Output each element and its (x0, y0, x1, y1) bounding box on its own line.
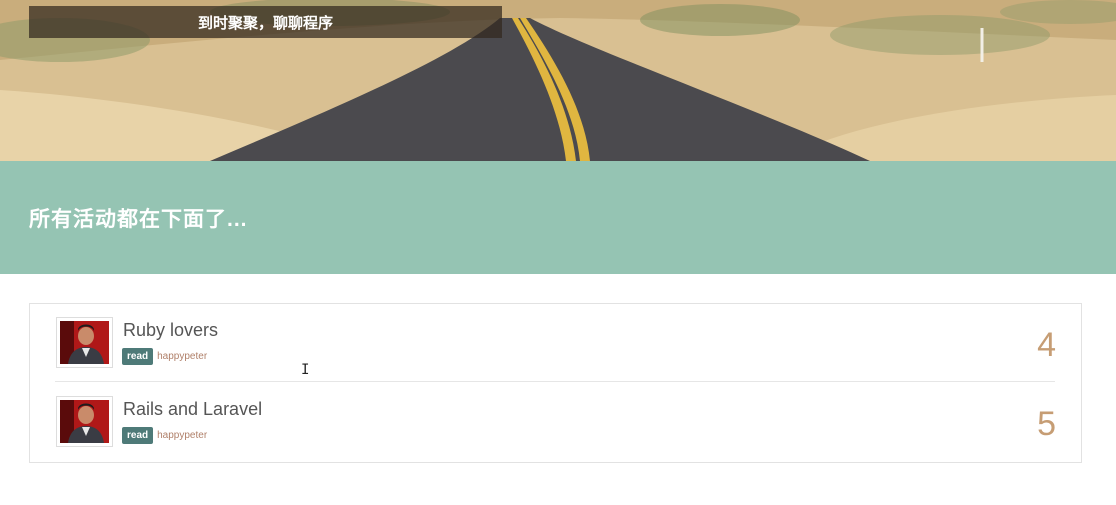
text-cursor-icon: I (301, 362, 310, 378)
page-banner: 所有活动都在下面了... (0, 161, 1116, 274)
avatar-image (60, 400, 109, 443)
event-item[interactable]: Ruby lovers read happypeter 4 (55, 304, 1056, 382)
event-count: 5 (1037, 405, 1056, 443)
author-link[interactable]: happypeter (157, 430, 207, 441)
event-meta: read happypeter (122, 427, 207, 444)
avatar[interactable] (56, 317, 113, 368)
event-list: Ruby lovers read happypeter 4 Rails and … (29, 303, 1082, 463)
brand-link[interactable]: 到时聚聚，聊聊程序 (29, 6, 502, 38)
event-title[interactable]: Rails and Laravel (123, 399, 262, 420)
status-badge: read (122, 427, 154, 444)
avatar-image (60, 321, 109, 364)
page-heading: 所有活动都在下面了... (29, 207, 248, 231)
author-link[interactable]: happypeter (157, 351, 207, 362)
event-title[interactable]: Ruby lovers (123, 320, 218, 341)
status-badge: read (122, 348, 154, 365)
avatar[interactable] (56, 396, 113, 447)
event-item[interactable]: Rails and Laravel read happypeter 5 (55, 383, 1056, 461)
event-meta: read happypeter (122, 348, 207, 365)
event-count: 4 (1037, 326, 1056, 364)
hero-image: 到时聚聚，聊聊程序 (0, 0, 1116, 161)
